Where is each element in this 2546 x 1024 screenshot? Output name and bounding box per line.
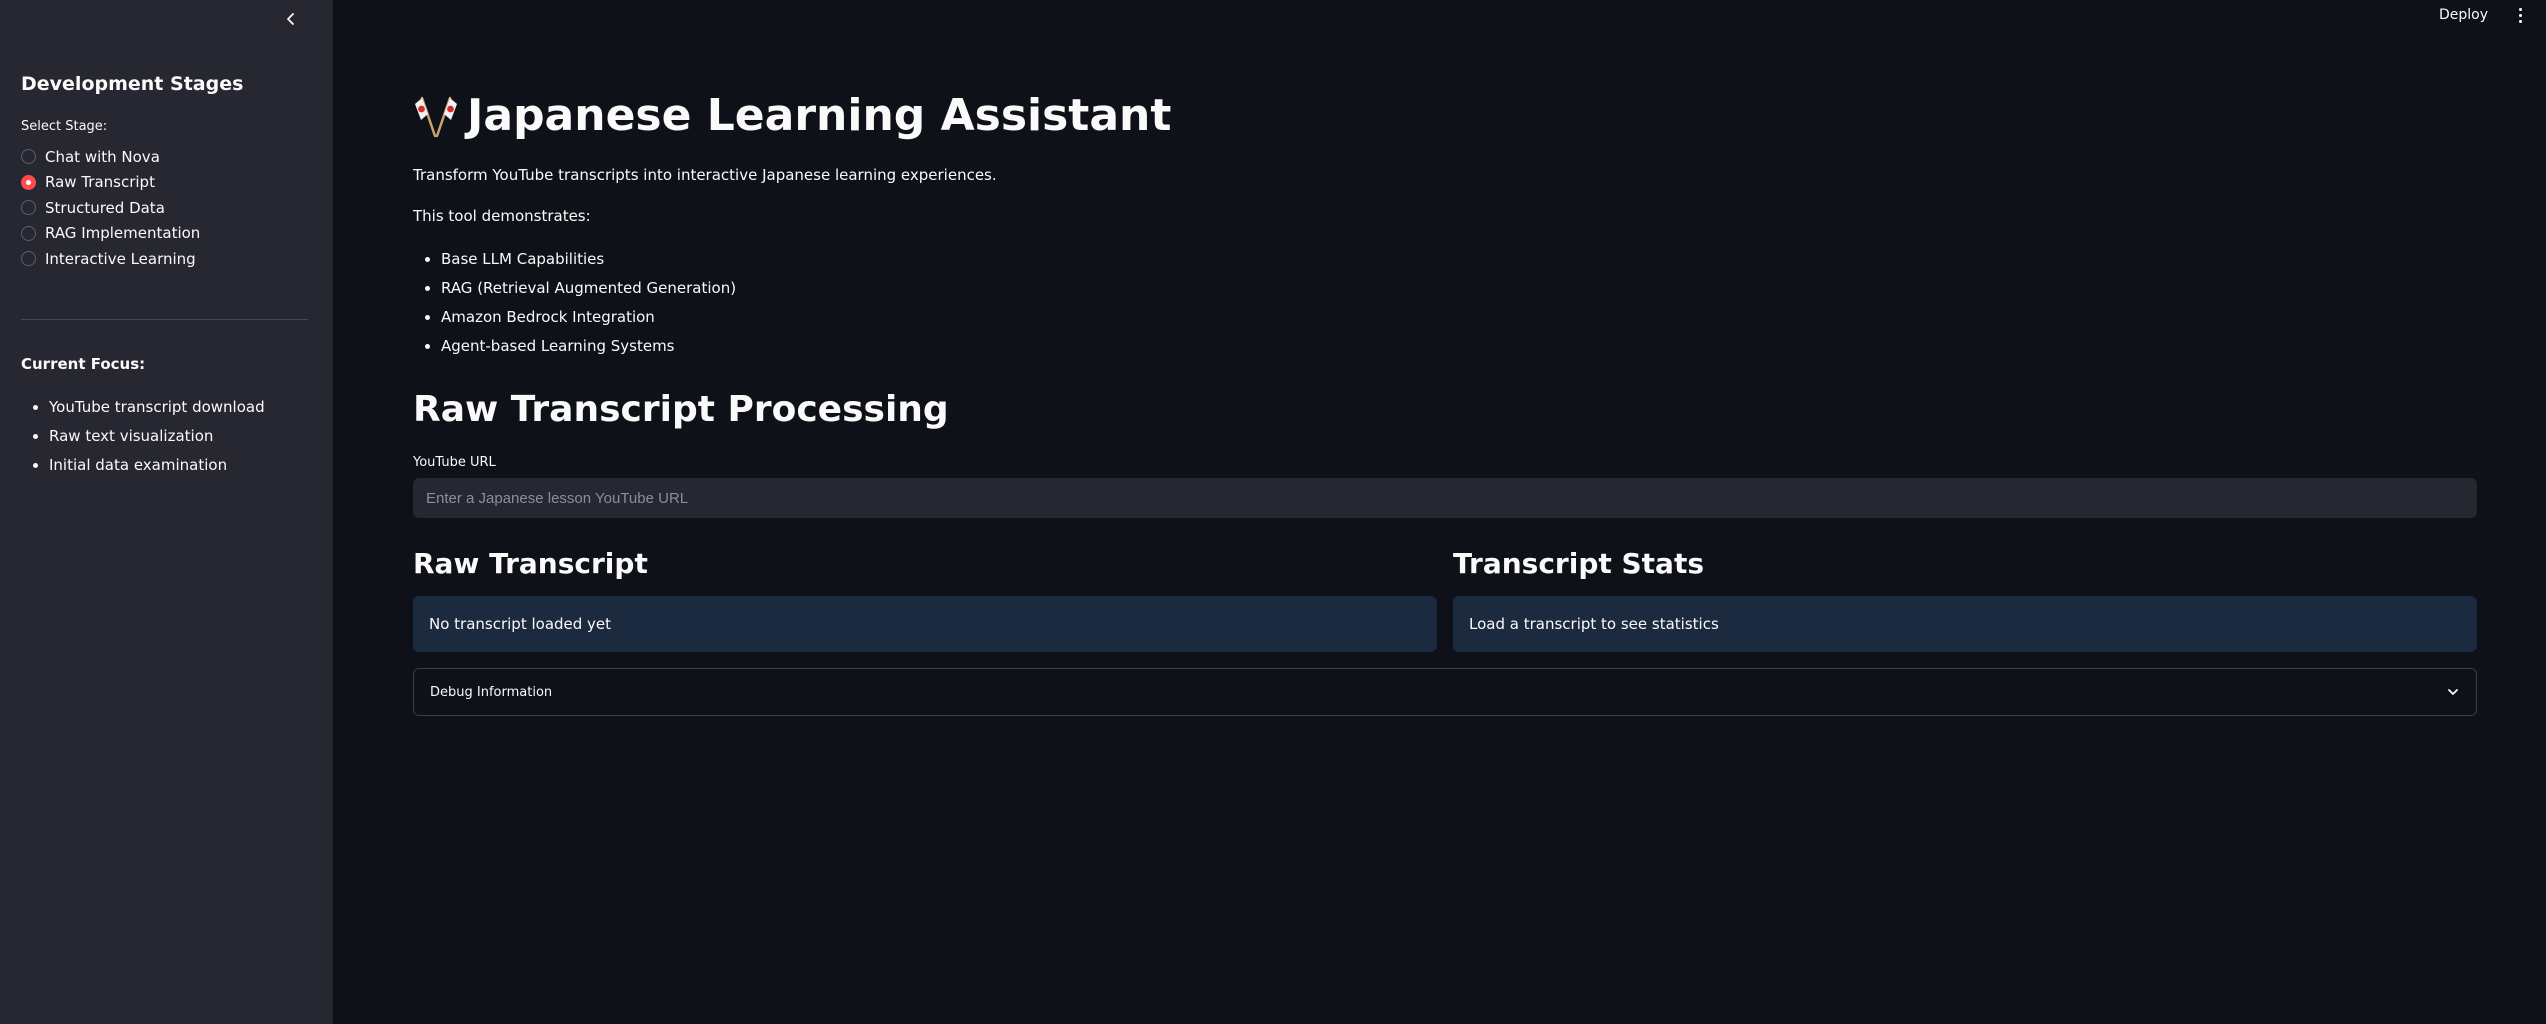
intro-text: Transform YouTube transcripts into inter…: [413, 166, 997, 184]
chevron-left-icon: [287, 13, 294, 25]
stage-radio-structured-data[interactable]: Structured Data: [21, 195, 200, 221]
info-text: No transcript loaded yet: [429, 615, 612, 633]
radio-checked-icon: [21, 174, 36, 190]
list-item: Base LLM Capabilities: [441, 245, 736, 274]
list-item: Agent-based Learning Systems: [441, 332, 736, 361]
info-text: Load a transcript to see statistics: [1469, 615, 1719, 633]
current-focus-list: YouTube transcript download Raw text vis…: [21, 393, 265, 480]
raw-transcript-title: Raw Transcript: [413, 547, 648, 580]
radio-label: RAG Implementation: [45, 224, 201, 243]
feature-list: Base LLM Capabilities RAG (Retrieval Aug…: [413, 245, 736, 361]
radio-label: Structured Data: [45, 198, 165, 217]
collapse-sidebar-button[interactable]: [278, 6, 304, 32]
debug-information-expander[interactable]: Debug Information: [413, 668, 2477, 716]
transcript-stats-info-box: Load a transcript to see statistics: [1453, 596, 2477, 652]
youtube-url-label: YouTube URL: [413, 455, 496, 470]
transcript-stats-title: Transcript Stats: [1453, 547, 1705, 580]
radio-unchecked-icon: [21, 200, 36, 216]
deploy-button[interactable]: Deploy: [2435, 5, 2492, 25]
radio-label: Interactive Learning: [45, 249, 196, 268]
stage-radio-interactive-learning[interactable]: Interactive Learning: [21, 246, 200, 272]
list-item: YouTube transcript download: [49, 393, 265, 422]
stage-radio-rag-implementation[interactable]: RAG Implementation: [21, 221, 200, 247]
sidebar-divider: [21, 319, 308, 320]
page-title-text: Japanese Learning Assistant: [467, 90, 1172, 141]
chevron-down-icon: [2446, 685, 2460, 699]
expander-label: Debug Information: [430, 684, 553, 700]
sidebar-heading: Development Stages: [21, 73, 244, 95]
vertical-dots-icon: [2518, 7, 2522, 11]
current-focus-heading: Current Focus:: [21, 355, 146, 373]
list-item: Raw text visualization: [49, 422, 265, 451]
stage-radio-raw-transcript[interactable]: Raw Transcript: [21, 170, 200, 196]
radio-label: Raw Transcript: [45, 173, 155, 192]
stage-radio-chat-with-nova[interactable]: Chat with Nova: [21, 144, 200, 170]
demo-heading: This tool demonstrates:: [413, 207, 591, 225]
stage-radio-group: Chat with Nova Raw Transcript Structured…: [21, 144, 200, 272]
raw-transcript-info-box: No transcript loaded yet: [413, 596, 1437, 652]
crossed-flags-icon: [413, 94, 459, 138]
list-item: Amazon Bedrock Integration: [441, 303, 736, 332]
main-menu-button[interactable]: [2512, 4, 2528, 26]
section-title: Raw Transcript Processing: [413, 389, 949, 430]
list-item: Initial data examination: [49, 451, 265, 480]
sidebar: Development Stages Select Stage: Chat wi…: [0, 0, 333, 1024]
page-title: Japanese Learning Assistant: [413, 90, 1171, 141]
youtube-url-input[interactable]: [413, 478, 2477, 518]
radio-unchecked-icon: [21, 149, 36, 165]
radio-unchecked-icon: [21, 251, 36, 267]
stage-select-label: Select Stage:: [21, 119, 108, 134]
radio-label: Chat with Nova: [45, 147, 160, 166]
radio-unchecked-icon: [21, 225, 36, 241]
list-item: RAG (Retrieval Augmented Generation): [441, 274, 736, 303]
